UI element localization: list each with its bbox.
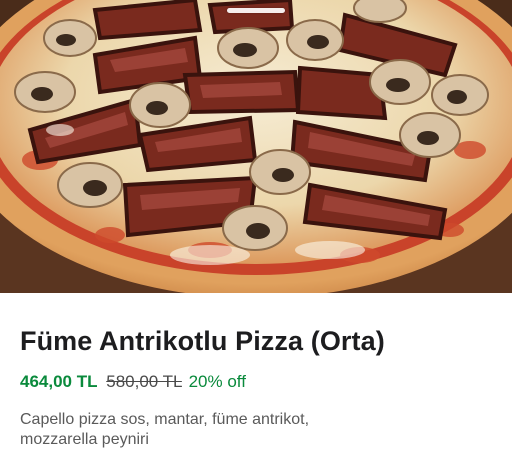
pizza-photo [0,0,512,293]
price-row: 464,00 TL 580,00 TL 20% off [20,372,246,392]
current-price: 464,00 TL [20,372,98,391]
product-title: Füme Antrikotlu Pizza (Orta) [20,326,385,356]
product-info: Füme Antrikotlu Pizza (Orta) 464,00 TL 5… [0,293,512,474]
sheet-drag-handle[interactable] [227,8,285,13]
product-image [0,0,512,293]
original-price: 580,00 TL [106,372,182,391]
product-description: Capello pizza sos, mantar, füme antrikot… [20,411,310,448]
discount-label: 20% off [188,372,246,391]
product-detail-sheet: Füme Antrikotlu Pizza (Orta) 464,00 TL 5… [0,0,512,474]
